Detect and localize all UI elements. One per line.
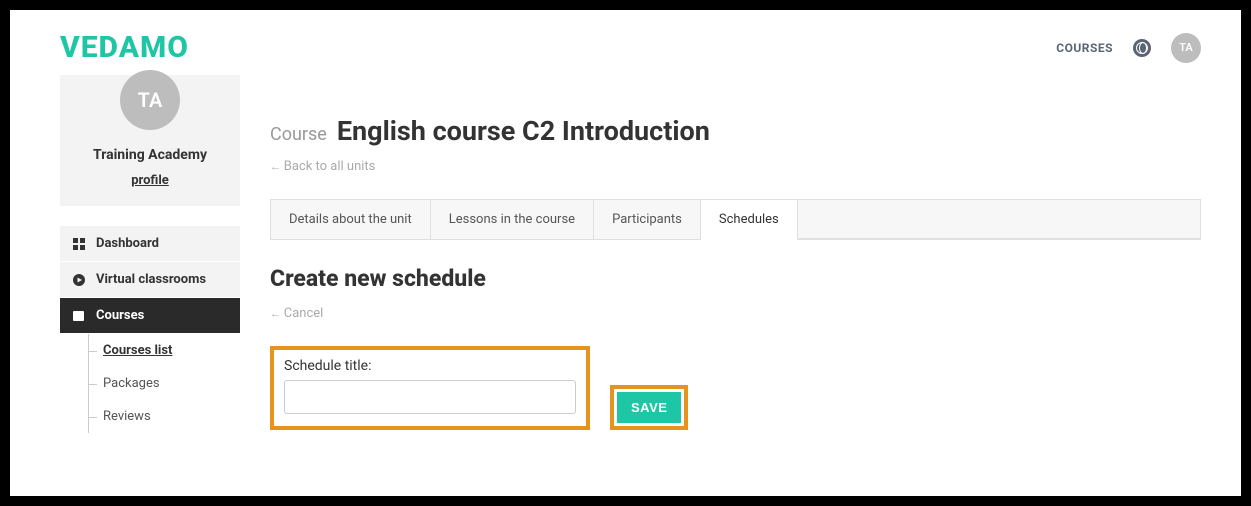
schedule-title-label: Schedule title: <box>284 358 576 374</box>
account-name: Training Academy <box>70 147 230 163</box>
brand-logo[interactable]: VEDAMO <box>60 30 189 65</box>
tab-label: Lessons in the course <box>449 212 575 227</box>
header: VEDAMO COURSES TA <box>10 10 1241 75</box>
sidebar-sub-item-packages[interactable]: Packages <box>88 367 240 400</box>
globe-icon[interactable] <box>1133 39 1151 57</box>
sidebar-item-dashboard[interactable]: Dashboard <box>60 226 240 262</box>
sidebar-sub-item-label: Courses list <box>103 343 172 358</box>
sidebar-item-label: Dashboard <box>96 236 159 251</box>
sidebar-submenu: Courses list Packages Reviews <box>60 334 240 433</box>
save-button-highlight: SAVE <box>610 385 688 430</box>
courses-link[interactable]: COURSES <box>1056 41 1113 55</box>
schedule-form: Schedule title: SAVE <box>270 346 1201 430</box>
tab-lessons[interactable]: Lessons in the course <box>431 200 594 239</box>
course-prefix: Course <box>270 124 327 145</box>
tabs: Details about the unit Lessons in the co… <box>270 199 1201 240</box>
avatar[interactable]: TA <box>1171 33 1201 63</box>
sidebar-sub-item-reviews[interactable]: Reviews <box>88 400 240 433</box>
profile-box: TA Training Academy profile <box>60 75 240 206</box>
tabs-spacer <box>798 200 1200 239</box>
section-title: Create new schedule <box>270 265 1201 292</box>
header-right: COURSES TA <box>1056 33 1201 63</box>
sidebar-item-label: Virtual classrooms <box>96 272 206 287</box>
schedule-title-input[interactable] <box>284 380 576 414</box>
save-button[interactable]: SAVE <box>617 392 681 423</box>
sidebar: TA Training Academy profile Dashboard Vi… <box>60 75 240 433</box>
cancel-link[interactable]: Cancel <box>270 306 323 321</box>
sidebar-sub-item-label: Packages <box>103 376 160 391</box>
sidebar-item-courses[interactable]: Courses <box>60 298 240 334</box>
course-title: English course C2 Introduction <box>337 115 710 147</box>
sidebar-sub-item-label: Reviews <box>103 409 151 424</box>
content: Course English course C2 Introduction Ba… <box>270 75 1201 433</box>
tab-label: Details about the unit <box>289 212 412 227</box>
tab-details[interactable]: Details about the unit <box>271 200 431 239</box>
tab-label: Participants <box>612 212 682 227</box>
back-link[interactable]: Back to all units <box>270 159 375 174</box>
page-title: Course English course C2 Introduction <box>270 115 1201 147</box>
play-circle-icon <box>72 273 86 287</box>
sidebar-item-virtual-classrooms[interactable]: Virtual classrooms <box>60 262 240 298</box>
tab-schedules[interactable]: Schedules <box>701 200 798 240</box>
tab-participants[interactable]: Participants <box>594 200 701 239</box>
book-icon <box>72 309 86 323</box>
sidebar-sub-item-courses-list[interactable]: Courses list <box>88 334 240 367</box>
profile-avatar[interactable]: TA <box>120 70 180 130</box>
dashboard-icon <box>72 237 86 251</box>
tab-label: Schedules <box>719 212 779 227</box>
schedule-title-field-group: Schedule title: <box>270 346 590 430</box>
sidebar-item-label: Courses <box>96 308 144 323</box>
profile-link[interactable]: profile <box>131 173 169 188</box>
